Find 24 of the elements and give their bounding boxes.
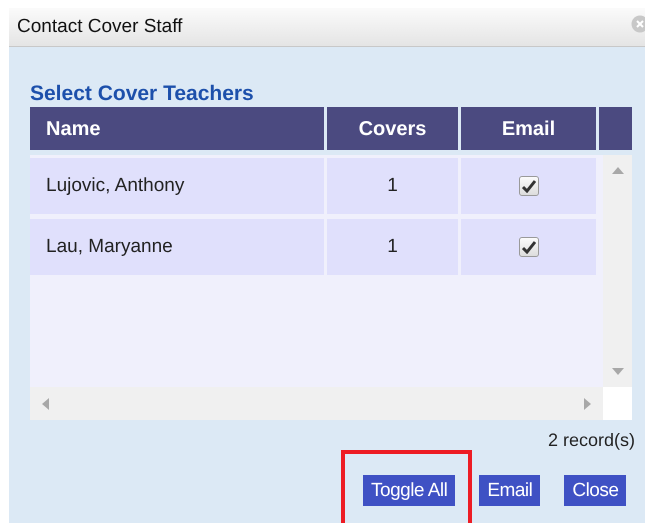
column-header[interactable]: Covers (327, 107, 458, 150)
horizontal-scrollbar[interactable] (30, 387, 603, 420)
up-arrow-icon[interactable] (612, 167, 624, 174)
table-cell: Lau, Maryanne (30, 219, 324, 275)
vertical-scrollbar[interactable] (603, 155, 632, 387)
header-filler (599, 107, 632, 150)
table-cell: 1 (327, 158, 458, 214)
down-arrow-icon[interactable] (612, 368, 624, 375)
action-button[interactable]: Email (479, 475, 540, 506)
checkbox[interactable] (518, 176, 538, 196)
section-heading: Select Cover Teachers (30, 81, 255, 107)
table-cell: Lujovic, Anthony (30, 158, 324, 214)
column-header[interactable]: Email (461, 107, 596, 150)
close-icon[interactable] (631, 15, 645, 33)
column-header[interactable]: Name (30, 107, 324, 150)
action-button[interactable]: Close (564, 475, 626, 506)
record-count: 2 record(s) (548, 429, 635, 452)
right-arrow-icon[interactable] (584, 398, 591, 410)
window-title: Contact Cover Staff (17, 14, 182, 39)
table-cell: 1 (327, 219, 458, 275)
scrollbar-corner (603, 387, 632, 420)
action-button[interactable]: Toggle All (363, 475, 456, 506)
checkbox[interactable] (518, 237, 538, 257)
left-arrow-icon[interactable] (42, 398, 49, 410)
